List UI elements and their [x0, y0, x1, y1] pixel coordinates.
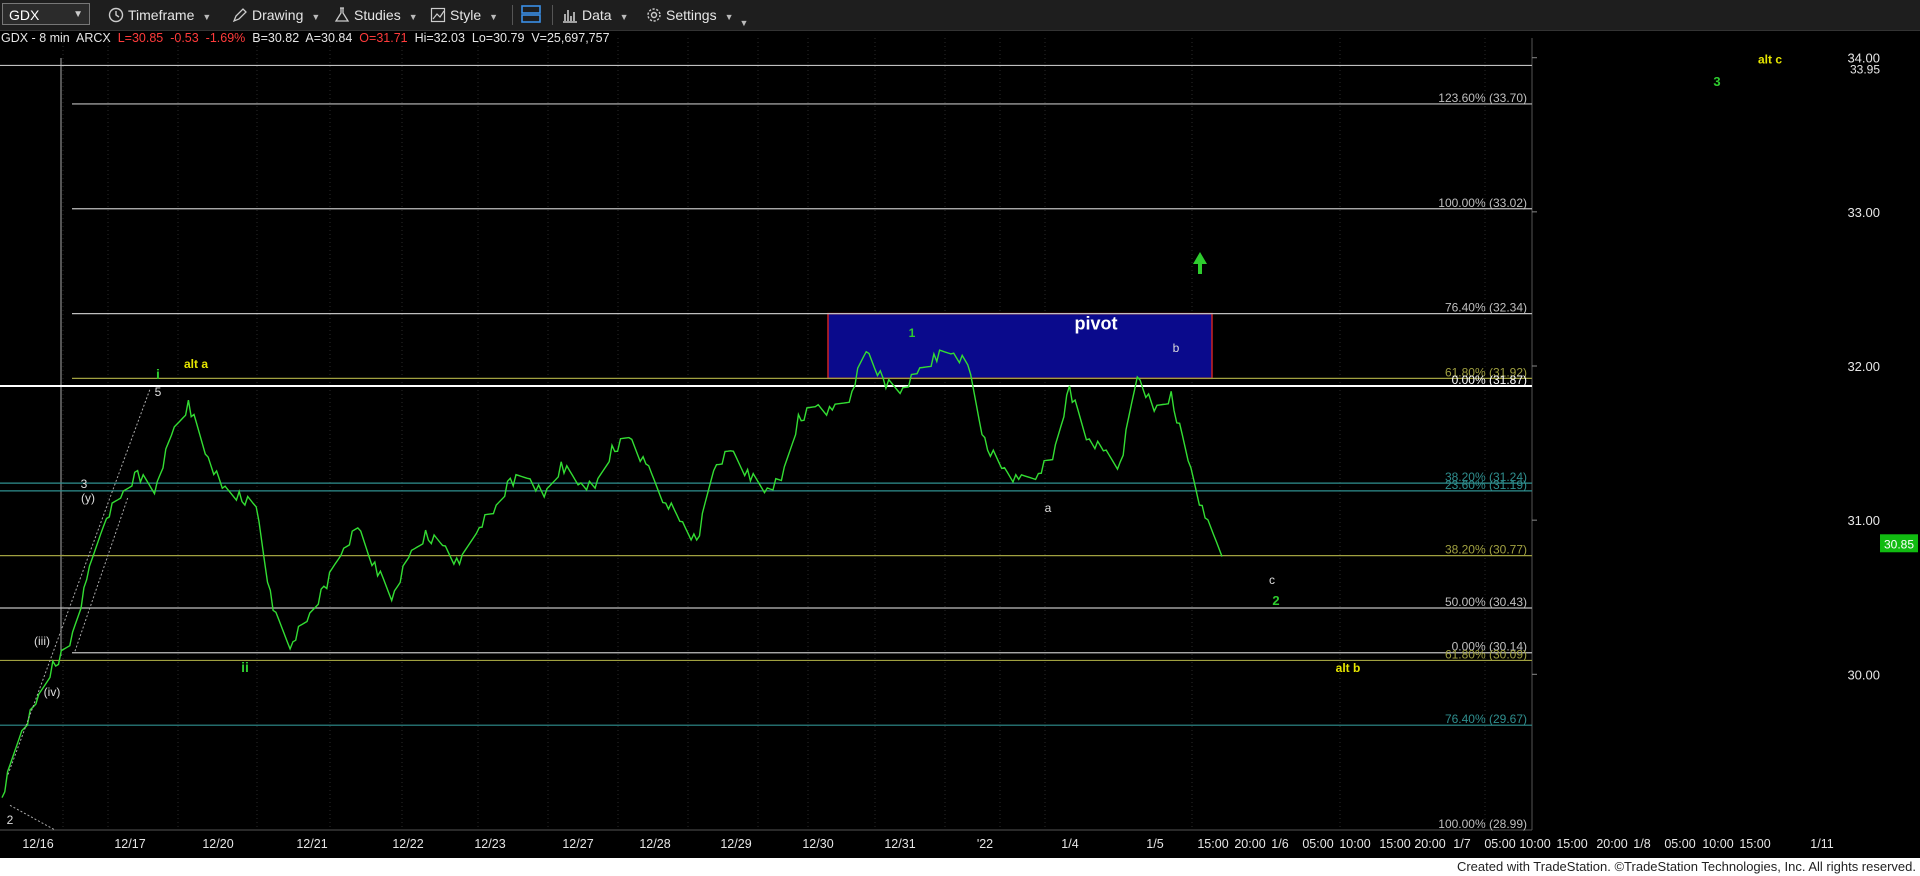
wave-label: b [1173, 341, 1180, 355]
fib-level-label: 123.60% (33.70) [1438, 91, 1527, 105]
y-tick-label: 30.00 [1847, 667, 1880, 682]
wave-label: 1 [909, 326, 916, 340]
x-tick-label: 12/27 [562, 837, 593, 851]
price-chart[interactable]: pivot 123.60% (33.70) 100.00% (33.02) 76.4… [0, 0, 1920, 858]
x-tick-label: 15:00 [1556, 837, 1587, 851]
fib-level-label: 0.00% (31.87) [1452, 373, 1527, 387]
price-line [1, 349, 1223, 798]
y-tick-label: 33.00 [1847, 205, 1880, 220]
x-tick-label: 1/8 [1633, 837, 1650, 851]
footer: Created with TradeStation. ©TradeStation… [0, 858, 1920, 876]
x-tick-label: 10:00 [1519, 837, 1550, 851]
x-tick-label: '22 [977, 837, 993, 851]
wave-label: c [1269, 573, 1275, 587]
x-tick-label: 12/23 [474, 837, 505, 851]
fib-level-label: 100.00% (28.99) [1438, 817, 1527, 831]
wave-label: alt a [184, 357, 208, 371]
pivot-label: pivot [1075, 314, 1118, 334]
x-tick-label: 1/11 [1810, 837, 1833, 851]
fib-level-label: 50.00% (30.43) [1445, 595, 1527, 609]
time-axis: 12/16 12/17 12/20 12/21 12/22 12/23 12/27 12/28… [22, 837, 1833, 851]
wave-label: 3 [1713, 74, 1720, 89]
wave-label: 5 [155, 385, 162, 399]
x-tick-label: 12/22 [392, 837, 423, 851]
wave-label: 3 [81, 477, 88, 491]
wave-label: i [156, 366, 160, 382]
x-tick-label: 1/6 [1271, 837, 1288, 851]
wave-annotations: alt c3alt ai53(y)(iii)(iv)2ii1abc2alt b [7, 52, 1783, 827]
top-price-label: 33.95 [1850, 62, 1880, 76]
x-tick-label: 15:00 [1379, 837, 1410, 851]
x-tick-label: 1/7 [1453, 837, 1470, 851]
wave-label: 2 [1272, 593, 1279, 608]
x-tick-label: 12/21 [296, 837, 327, 851]
fib-level-label: 100.00% (33.02) [1438, 196, 1527, 210]
x-tick-label: 05:00 [1664, 837, 1695, 851]
x-tick-label: 12/29 [720, 837, 751, 851]
wave-label: (iii) [34, 634, 50, 648]
x-tick-label: 05:00 [1484, 837, 1515, 851]
wave-label: alt c [1758, 52, 1782, 66]
fib-level-label: 76.40% (29.67) [1445, 712, 1527, 726]
x-tick-label: 05:00 [1302, 837, 1333, 851]
x-tick-label: 15:00 [1739, 837, 1770, 851]
fib-level-label: 61.80% (30.09) [1445, 647, 1527, 661]
trend-line [74, 496, 129, 652]
wave-label: alt b [1336, 661, 1361, 675]
x-tick-label: 10:00 [1339, 837, 1370, 851]
fib-levels: 123.60% (33.70) 100.00% (33.02) 76.40% (32… [0, 64, 1532, 831]
price-axis: 30.0031.0032.0033.0034.0033.9530.85 [1532, 51, 1918, 682]
x-tick-label: 20:00 [1596, 837, 1627, 851]
x-tick-label: 1/5 [1146, 837, 1163, 851]
y-tick-label: 31.00 [1847, 513, 1880, 528]
x-tick-label: 12/16 [22, 837, 53, 851]
x-tick-label: 12/28 [639, 837, 670, 851]
up-arrow-icon [1193, 252, 1207, 274]
x-tick-label: 1/4 [1061, 837, 1078, 851]
x-tick-label: 20:00 [1234, 837, 1265, 851]
wave-label: 2 [7, 813, 14, 827]
fib-level-label: 76.40% (32.34) [1445, 301, 1527, 315]
x-tick-label: 12/17 [114, 837, 145, 851]
wave-label: (iv) [44, 685, 61, 699]
x-tick-label: 12/31 [884, 837, 915, 851]
y-tick-label: 32.00 [1847, 359, 1880, 374]
trend-line [9, 804, 56, 831]
pivot-zone: pivot [827, 312, 1213, 380]
wave-label: (y) [81, 491, 95, 505]
wave-label: ii [241, 659, 249, 675]
copyright-text: Created with TradeStation. ©TradeStation… [1456, 859, 1916, 874]
last-price-value: 30.85 [1884, 537, 1914, 551]
pivot-box [827, 312, 1213, 380]
grid [0, 38, 1533, 831]
fib-level-label: 23.60% (31.19) [1445, 478, 1527, 492]
x-tick-label: 12/20 [202, 837, 233, 851]
trend-line [7, 388, 151, 775]
wave-label: a [1045, 501, 1052, 515]
x-tick-label: 15:00 [1197, 837, 1228, 851]
x-tick-label: 10:00 [1702, 837, 1733, 851]
fib-level-label: 38.20% (30.77) [1445, 543, 1527, 557]
x-tick-label: 20:00 [1414, 837, 1445, 851]
x-tick-label: 12/30 [802, 837, 833, 851]
